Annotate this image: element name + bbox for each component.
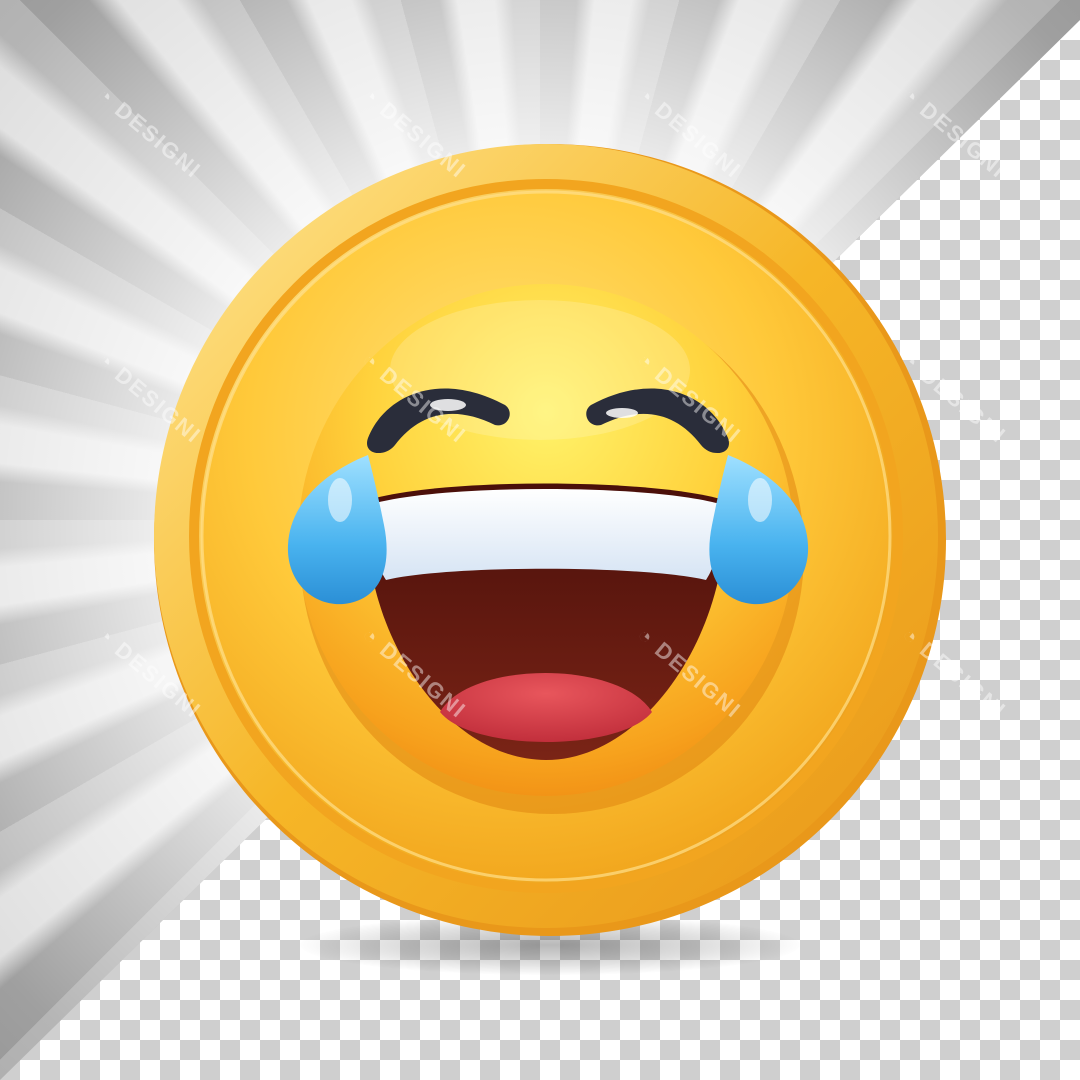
teeth (371, 489, 721, 580)
face-with-tears-of-joy-icon (154, 144, 946, 936)
stage: ◔ DESIGNI ◔ DESIGNI ◔ DESIGNI ◔ DESIGNI … (0, 0, 1080, 1080)
